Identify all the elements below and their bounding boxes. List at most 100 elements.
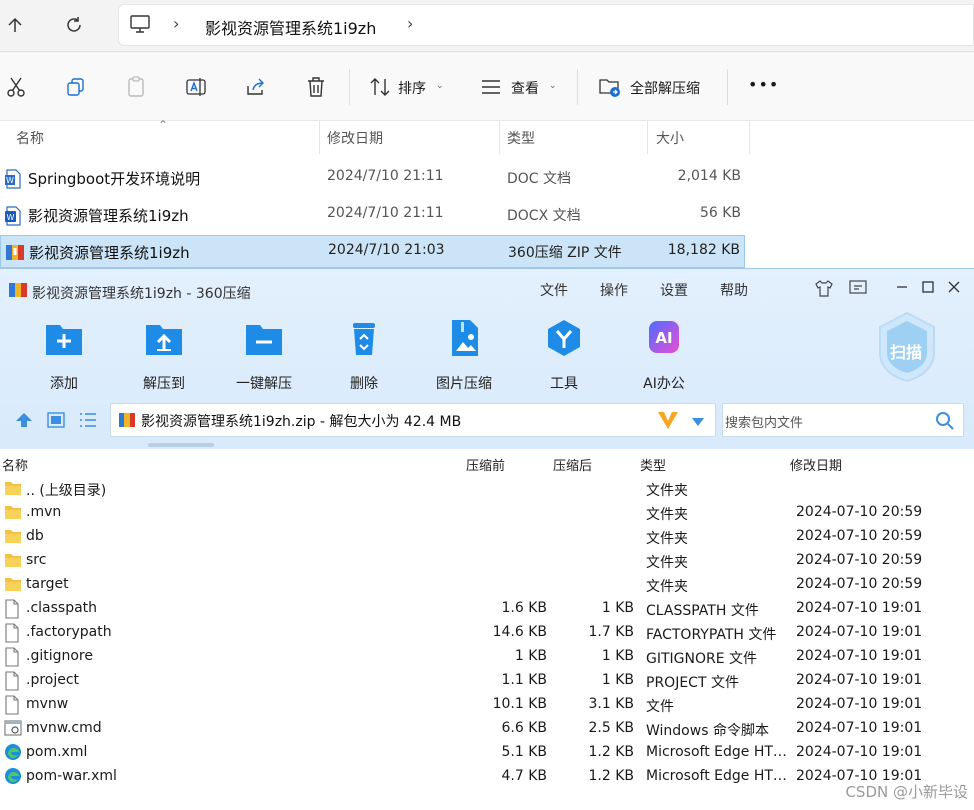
scan-label: 扫描 [890,343,923,362]
column-header-type[interactable]: 类型 [640,455,666,474]
watermark: CSDN @小新毕设 [845,783,968,801]
archive-path-field[interactable]: 影视资源管理系统1i9zh.zip - 解包大小为 42.4 MB [110,403,716,437]
archive-item-size-before: 1.1 KB [501,672,548,688]
column-header-before[interactable]: 压缩前 [466,455,505,474]
archive-item-type: PROJECT 文件 [646,675,739,691]
paste-icon [124,75,148,99]
archive-row[interactable]: mvnw.cmd 6.6 KB 2.5 KB Windows 命令脚本 2024-07-… [0,717,974,741]
feedback-icon[interactable] [848,279,868,297]
word-doc-icon: W [4,169,22,193]
archive-row[interactable]: .mvn 文件夹 2024-07-10 20:59 [0,501,974,525]
one-click-extract-button[interactable]: 一键解压 [219,319,309,392]
more-options-button[interactable]: ••• [748,75,779,94]
archive-item-type: FACTORYPATH 文件 [646,627,777,643]
zip-path-bar: 影视资源管理系统1i9zh.zip - 解包大小为 42.4 MB 搜索包内文件 [0,401,974,441]
chevron-right-icon[interactable]: › [407,14,413,33]
cut-icon[interactable] [4,75,28,99]
file-size: 18,182 KB [667,242,740,258]
horizontal-scrollbar[interactable] [148,443,214,447]
archive-row[interactable]: .factorypath 14.6 KB 1.7 KB FACTORYPATH 文件 2… [0,621,974,645]
verified-v-icon[interactable] [656,409,680,435]
share-icon[interactable] [244,75,268,99]
archive-row[interactable]: .classpath 1.6 KB 1 KB CLASSPATH 文件 2024-07-… [0,597,974,621]
column-header-date[interactable]: 修改日期 [790,455,842,474]
chevron-right-icon: › [173,14,180,33]
view-icon[interactable] [479,75,503,99]
search-icon[interactable] [935,411,955,435]
archive-item-name: pom.xml [26,744,88,760]
archive-row[interactable]: .gitignore 1 KB 1 KB GITIGNORE 文件 2024-07-10… [0,645,974,669]
sort-button[interactable]: 排序 [398,78,426,98]
column-header-date[interactable]: 修改日期 [327,128,383,148]
file-icon [4,671,20,695]
copy-icon[interactable] [64,75,88,99]
archive-row[interactable]: db 文件夹 2024-07-10 20:59 [0,525,974,549]
archive-item-type: 文件夹 [646,531,688,547]
delete-icon[interactable] [304,75,328,99]
refresh-icon[interactable] [59,10,89,40]
zip-archive-icon [5,242,25,266]
column-header-name[interactable]: 名称 [16,128,44,148]
tools-button[interactable]: 工具 [519,319,609,392]
archive-item-type: Microsoft Edge HT… [646,768,787,784]
column-header-size[interactable]: 大小 [656,128,684,148]
file-row-selected[interactable]: 影视资源管理系统1i9zh 2024/7/10 21:03 360压缩 ZIP … [0,235,745,268]
menu-help[interactable]: 帮助 [720,280,748,300]
archive-row[interactable]: pom.xml 5.1 KB 1.2 KB Microsoft Edge HT… 202… [0,741,974,765]
thumbnail-view-icon[interactable] [46,411,66,433]
search-placeholder: 搜索包内文件 [725,416,804,431]
close-icon[interactable] [946,279,962,295]
archive-item-type: Microsoft Edge HT… [646,744,787,760]
archive-item-size-before: 1.6 KB [501,600,548,616]
image-compress-button[interactable]: 图片压缩 [419,319,509,392]
maximize-icon[interactable] [920,279,936,295]
file-row[interactable]: W Springboot开发环境说明 2024/7/10 21:11 DOC 文… [0,161,745,194]
ai-office-button[interactable]: AI AI办公 [619,319,709,392]
chevron-down-icon: ⌄ [549,81,557,91]
scan-button[interactable]: 扫描 [876,311,938,383]
extract-to-button[interactable]: 解压到 [119,319,209,392]
menu-operate[interactable]: 操作 [600,280,628,300]
add-button[interactable]: 添加 [19,319,109,392]
view-button[interactable]: 查看 [511,78,539,98]
chevron-down-icon: ⌄ [436,81,444,91]
file-row[interactable]: W 影视资源管理系统1i9zh 2024/7/10 21:11 DOCX 文档 … [0,198,745,231]
archive-item-date: 2024-07-10 19:01 [796,672,923,688]
edge-icon [4,743,22,765]
archive-search-input[interactable]: 搜索包内文件 [722,403,964,437]
archive-item-size-after: 1.7 KB [588,624,635,640]
breadcrumb[interactable]: 影视资源管理系统1i9zh [205,15,376,39]
archive-row[interactable]: mvnw 10.1 KB 3.1 KB 文件 2024-07-10 19:01 [0,693,974,717]
extract-all-button[interactable]: 全部解压缩 [630,78,700,98]
archive-row[interactable]: pom-war.xml 4.7 KB 1.2 KB Microsoft Edge HT… [0,765,974,789]
extract-all-icon[interactable] [598,75,622,99]
list-view-icon[interactable] [78,411,98,433]
dropdown-arrow-icon[interactable] [691,415,705,431]
add-label: 添加 [50,376,78,392]
column-header-type[interactable]: 类型 [507,128,535,148]
file-icon [4,623,20,647]
archive-item-name: .factorypath [26,624,112,640]
archive-row[interactable]: src 文件夹 2024-07-10 20:59 [0,549,974,573]
skin-icon[interactable] [814,279,834,297]
menu-file[interactable]: 文件 [540,280,568,300]
minimize-icon[interactable] [894,279,910,295]
archive-row[interactable]: target 文件夹 2024-07-10 20:59 [0,573,974,597]
archive-item-name: pom-war.xml [26,768,117,784]
sort-icon[interactable] [368,75,392,99]
file-name: 影视资源管理系统1i9zh [29,244,190,262]
archive-row[interactable]: .project 1.1 KB 1 KB PROJECT 文件 2024-07-10 1… [0,669,974,693]
column-header-name[interactable]: 名称 [2,455,28,474]
svg-text:AI: AI [655,329,672,347]
address-bar[interactable]: › 影视资源管理系统1i9zh › [118,4,974,46]
menu-settings[interactable]: 设置 [660,280,688,300]
computer-icon [129,14,151,38]
archive-item-size-after: 1 KB [601,672,634,688]
delete-button[interactable]: 删除 [319,319,409,392]
up-arrow-icon[interactable] [0,10,30,40]
archive-row[interactable]: .. (上级目录) 文件夹 [0,477,974,501]
svg-text:W: W [7,213,15,222]
rename-icon[interactable] [184,75,208,99]
up-level-icon[interactable] [14,411,34,433]
column-header-after[interactable]: 压缩后 [553,455,592,474]
